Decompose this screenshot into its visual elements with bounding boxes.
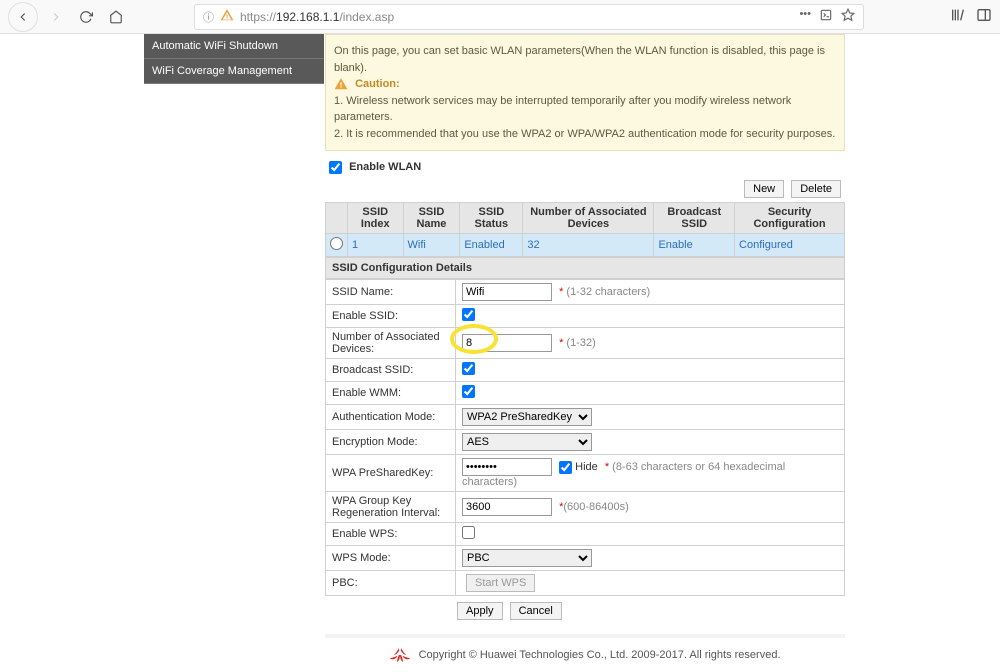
delete-button[interactable]: Delete [791, 180, 841, 198]
main-content: On this page, you can set basic WLAN par… [325, 34, 845, 521]
num-devices-input[interactable] [462, 334, 552, 352]
ssid-name-hint: (1-32 characters) [566, 286, 650, 298]
huawei-logo-icon [390, 648, 410, 662]
library-icon[interactable] [950, 7, 966, 26]
browser-toolbar: ⓘ https://192.168.1.1/index.asp ••• [0, 0, 1000, 34]
enable-wlan-label: Enable WLAN [349, 161, 421, 173]
reader-icon[interactable] [819, 8, 833, 25]
notice-line1: On this page, you can set basic WLAN par… [334, 43, 836, 76]
sidebar-item-auto-wifi-shutdown[interactable]: Automatic WiFi Shutdown [144, 34, 324, 59]
auth-select[interactable]: WPA2 PreSharedKey [462, 408, 592, 426]
section-header: SSID Configuration Details [325, 257, 845, 279]
broadcast-label: Broadcast SSID: [326, 359, 456, 382]
wps-mode-select[interactable]: PBC [462, 549, 592, 567]
new-button[interactable]: New [744, 180, 784, 198]
notice-line2: 1. Wireless network services may be inte… [334, 93, 836, 126]
lock-warning-icon[interactable] [220, 8, 234, 25]
ssid-config-form: SSID Name: * (1-32 characters) Enable SS… [325, 279, 845, 596]
cell-security: Configured [735, 234, 845, 257]
cell-status: Enabled [460, 234, 523, 257]
ssid-name-input[interactable] [462, 283, 552, 301]
footer-text: Copyright © Huawei Technologies Co., Ltd… [419, 649, 781, 661]
wps-checkbox[interactable] [462, 526, 475, 539]
table-row[interactable]: 1 Wifi Enabled 32 Enable Configured [326, 234, 845, 257]
pbc-label: PBC: [326, 571, 456, 596]
row-radio[interactable] [330, 237, 343, 250]
warning-icon [334, 77, 348, 91]
auth-label: Authentication Mode: [326, 405, 456, 430]
cell-broadcast: Enable [654, 234, 735, 257]
th-broadcast: Broadcast SSID [654, 203, 735, 234]
cancel-button[interactable]: Cancel [510, 602, 562, 620]
enc-select[interactable]: AES [462, 433, 592, 451]
back-button[interactable] [8, 2, 38, 32]
hide-label: Hide [575, 461, 598, 473]
regen-hint: (600-86400s) [563, 501, 628, 513]
enable-ssid-label: Enable SSID: [326, 305, 456, 328]
wps-mode-label: WPS Mode: [326, 546, 456, 571]
notice-box: On this page, you can set basic WLAN par… [325, 34, 845, 151]
regen-input[interactable] [462, 498, 552, 516]
regen-label: WPA Group Key Regeneration Interval: [326, 492, 456, 523]
caution-label: Caution: [355, 78, 400, 90]
url-bar[interactable]: ⓘ https://192.168.1.1/index.asp ••• [194, 4, 864, 30]
apply-button[interactable]: Apply [457, 602, 503, 620]
hide-checkbox[interactable] [559, 461, 572, 474]
th-ssid-status: SSID Status [460, 203, 523, 234]
url-text: https://192.168.1.1/index.asp [240, 10, 793, 24]
th-ssid-name: SSID Name [403, 203, 460, 234]
enable-wlan-toggle[interactable]: Enable WLAN [329, 161, 421, 173]
enable-wlan-checkbox[interactable] [329, 161, 342, 174]
wps-label: Enable WPS: [326, 523, 456, 546]
num-devices-hint: (1-32) [566, 337, 595, 349]
psk-label: WPA PreSharedKey: [326, 455, 456, 492]
cell-index: 1 [348, 234, 404, 257]
info-icon[interactable]: ⓘ [203, 9, 214, 25]
enc-label: Encryption Mode: [326, 430, 456, 455]
reload-button[interactable] [74, 5, 98, 29]
cell-devices: 32 [523, 234, 654, 257]
bookmark-star-icon[interactable] [841, 8, 855, 25]
home-button[interactable] [104, 5, 128, 29]
psk-input[interactable] [462, 458, 552, 476]
wmm-checkbox[interactable] [462, 385, 475, 398]
sidebar-toggle-icon[interactable] [976, 7, 992, 26]
more-icon[interactable]: ••• [799, 8, 811, 25]
ssid-table: SSID Index SSID Name SSID Status Number … [325, 202, 845, 257]
enable-ssid-checkbox[interactable] [462, 308, 475, 321]
ssid-name-label: SSID Name: [326, 280, 456, 305]
th-num-devices: Number of Associated Devices [523, 203, 654, 234]
th-ssid-index: SSID Index [348, 203, 404, 234]
start-wps-button[interactable]: Start WPS [466, 574, 535, 592]
notice-line3: 2. It is recommended that you use the WP… [334, 126, 836, 143]
footer: Copyright © Huawei Technologies Co., Ltd… [325, 634, 845, 672]
sidebar: Automatic WiFi Shutdown WiFi Coverage Ma… [0, 34, 325, 521]
broadcast-checkbox[interactable] [462, 362, 475, 375]
forward-button [44, 5, 68, 29]
cell-name: Wifi [403, 234, 460, 257]
num-devices-label: Number of Associated Devices: [326, 328, 456, 359]
wmm-label: Enable WMM: [326, 382, 456, 405]
th-security: Security Configuration [735, 203, 845, 234]
sidebar-item-wifi-coverage[interactable]: WiFi Coverage Management [144, 59, 324, 84]
